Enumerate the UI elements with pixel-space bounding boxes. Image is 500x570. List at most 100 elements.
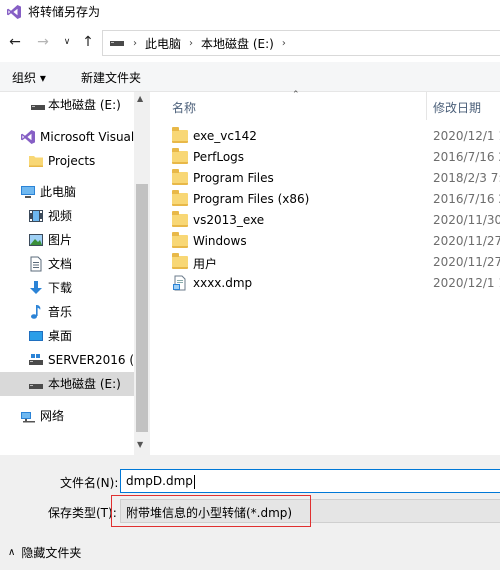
recent-locations-chevron-icon[interactable]: ∨: [58, 33, 76, 51]
sidebar-item-server2016-c[interactable]: SERVER2016 (C: [0, 348, 134, 372]
up-arrow-icon[interactable]: ↑: [79, 33, 97, 51]
dump-file-icon: [173, 275, 186, 291]
sidebar-item-label: 视频: [48, 209, 73, 223]
file-row[interactable]: xxxx.dmp 2020/12/1 1: [150, 273, 500, 294]
title-bar: 将转储另存为: [0, 0, 500, 25]
file-row[interactable]: 用户 2020/11/27: [150, 252, 500, 273]
folder-icon: [29, 156, 43, 167]
organize-button[interactable]: 组织 ▾: [12, 69, 46, 86]
sidebar-item-label: 文档: [48, 257, 73, 271]
chevron-up-icon: ∧: [8, 547, 16, 558]
breadcrumb-separator: ›: [281, 37, 286, 49]
sidebar-item-local-disk-e[interactable]: 本地磁盘 (E:): [0, 372, 134, 396]
sidebar-item-label: 下载: [48, 281, 73, 295]
sidebar-item-label: 本地磁盘 (E:): [48, 98, 121, 112]
new-folder-button[interactable]: 新建文件夹: [81, 69, 141, 86]
video-icon: [29, 210, 43, 222]
forward-arrow-icon[interactable]: →: [34, 33, 52, 51]
breadcrumb-local-disk-e[interactable]: 本地磁盘 (E:): [201, 35, 274, 52]
sidebar-item-label: 图片: [48, 233, 73, 247]
file-row[interactable]: Program Files (x86) 2016/7/16 2: [150, 189, 500, 210]
sidebar-item-this-pc[interactable]: 此电脑: [0, 180, 134, 204]
folder-icon: [172, 190, 189, 207]
column-header-date-modified[interactable]: 修改日期: [433, 99, 481, 116]
sidebar-item-desktop[interactable]: 桌面: [0, 324, 134, 348]
window-title: 将转储另存为: [28, 5, 101, 19]
red-highlight-annotation: [111, 495, 311, 527]
sidebar-item-label: 本地磁盘 (E:): [48, 377, 121, 391]
file-name: xxxx.dmp: [193, 276, 253, 290]
sidebar-item-microsoft-visual[interactable]: Microsoft Visual: [0, 125, 134, 149]
breadcrumb-this-pc[interactable]: 此电脑: [145, 35, 181, 52]
sidebar-item-network[interactable]: 网络: [0, 404, 134, 428]
pictures-icon: [29, 234, 43, 246]
drive-icon: [110, 41, 124, 46]
file-date: 2018/2/3 7:: [433, 171, 500, 185]
sidebar-item-pictures[interactable]: 图片: [0, 228, 134, 252]
file-date: 2020/12/1 1: [433, 276, 500, 290]
file-name: Windows: [193, 234, 247, 248]
sidebar-item-label: Projects: [48, 154, 96, 168]
sidebar-item-projects[interactable]: Projects: [0, 149, 134, 173]
file-row[interactable]: Program Files 2018/2/3 7:: [150, 168, 500, 189]
folder-icon: [172, 253, 189, 270]
hide-folders-button[interactable]: ∧ 隐藏文件夹: [8, 544, 81, 561]
file-name: Program Files: [193, 171, 274, 185]
file-name: 用户: [193, 257, 218, 271]
file-row[interactable]: vs2013_exe 2020/11/30: [150, 210, 500, 231]
command-toolbar: 组织 ▾ 新建文件夹: [0, 62, 500, 92]
file-date: 2020/11/30: [433, 213, 500, 227]
column-header: ⌃ 名称 修改日期: [150, 90, 500, 120]
sidebar-item-label: 音乐: [48, 305, 73, 319]
sidebar-item-music[interactable]: 音乐: [0, 300, 134, 324]
file-row[interactable]: exe_vc142 2020/12/1 1: [150, 126, 500, 147]
filename-input[interactable]: dmpD.dmp: [120, 469, 500, 493]
file-date: 2020/12/1 1: [433, 129, 500, 143]
column-separator[interactable]: [426, 92, 427, 120]
breadcrumb-separator: ›: [133, 37, 137, 49]
sidebar-item-videos[interactable]: 视频: [0, 204, 134, 228]
text-caret: [193, 474, 195, 489]
network-icon: [21, 412, 35, 423]
column-header-name[interactable]: 名称: [172, 99, 196, 116]
back-arrow-icon[interactable]: ←: [6, 33, 24, 51]
file-date: 2016/7/16 2: [433, 150, 500, 164]
file-list: ⌃ 名称 修改日期 exe_vc142 2020/12/1 1 PerfLogs…: [150, 90, 500, 455]
drive-icon: [31, 105, 45, 110]
folder-icon: [172, 232, 189, 249]
sidebar-item-documents[interactable]: 文档: [0, 252, 134, 276]
folder-icon: [172, 211, 189, 228]
visual-studio-icon: [7, 5, 21, 19]
scroll-up-arrow-icon[interactable]: ▲: [137, 94, 143, 103]
sidebar-item-label: 桌面: [48, 329, 73, 343]
sidebar-item-label: 此电脑: [40, 185, 77, 199]
file-name: PerfLogs: [193, 150, 245, 164]
desktop-icon: [29, 331, 43, 341]
filename-label: 文件名(N):: [60, 476, 119, 490]
sidebar-scrollbar-thumb[interactable]: [136, 184, 148, 432]
save-type-label: 保存类型(T):: [48, 506, 117, 520]
computer-icon: [21, 186, 35, 198]
file-name: Program Files (x86): [193, 192, 310, 206]
drive-icon: [29, 384, 43, 389]
sidebar-scrollbar[interactable]: ▲ ▼: [134, 92, 150, 455]
folder-icon: [172, 169, 189, 186]
navigation-bar: ← → ∨ ↑ › 此电脑 › 本地磁盘 (E:) ›: [0, 25, 500, 60]
sidebar-item-label: 网络: [40, 409, 65, 423]
scroll-down-arrow-icon[interactable]: ▼: [137, 440, 143, 449]
file-row[interactable]: Windows 2020/11/27: [150, 231, 500, 252]
folder-icon: [172, 127, 189, 144]
sidebar-item-downloads[interactable]: 下载: [0, 276, 134, 300]
documents-icon: [30, 256, 42, 272]
sidebar-item-local-disk-e-top[interactable]: 本地磁盘 (E:): [0, 93, 134, 117]
download-icon: [30, 281, 42, 294]
hide-folders-label: 隐藏文件夹: [21, 546, 82, 560]
drive-icon: [29, 354, 43, 365]
music-icon: [31, 305, 41, 319]
file-name: vs2013_exe: [193, 213, 265, 227]
file-row[interactable]: PerfLogs 2016/7/16 2: [150, 147, 500, 168]
address-bar[interactable]: › 此电脑 › 本地磁盘 (E:) ›: [102, 30, 500, 56]
navigation-pane: 本地磁盘 (E:) Microsoft Visual Projects 此电脑 …: [0, 92, 150, 455]
save-form-panel: 文件名(N): dmpD.dmp 保存类型(T): 附带堆信息的小型转储(*.d…: [0, 455, 500, 570]
file-name: exe_vc142: [193, 129, 257, 143]
